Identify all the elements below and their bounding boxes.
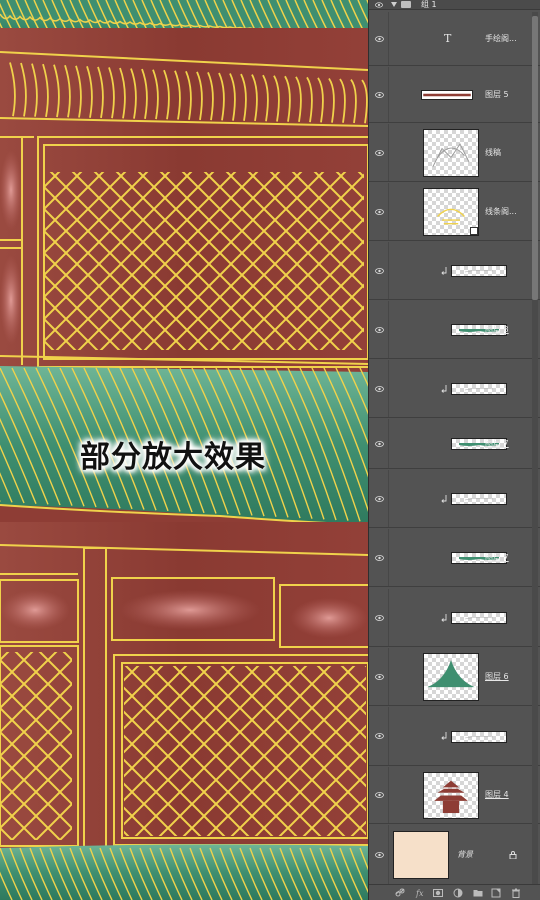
visibility-toggle[interactable]	[369, 242, 389, 299]
new-layer-icon[interactable]	[491, 888, 501, 898]
new-group-icon[interactable]	[473, 888, 483, 898]
eye-icon[interactable]	[375, 673, 384, 680]
layer-name[interactable]: 线稿	[485, 147, 501, 159]
folder-icon	[401, 1, 411, 8]
layer-row[interactable]	[369, 589, 540, 647]
visibility-toggle[interactable]	[369, 589, 389, 646]
visibility-toggle[interactable]	[369, 707, 389, 765]
clipping-arrow-icon	[441, 384, 447, 393]
layer-thumbnail	[423, 188, 479, 236]
lock-icon	[509, 850, 517, 859]
layers-scrollbar[interactable]	[532, 12, 538, 884]
layer-name[interactable]: 图层 4	[485, 789, 509, 801]
layer-name[interactable]: 图层 6	[485, 671, 509, 683]
layer-thumbnail	[451, 265, 507, 277]
visibility-toggle[interactable]	[369, 529, 389, 586]
smart-object-badge-icon	[470, 227, 478, 235]
zoom-caption: 部分放大效果	[80, 440, 266, 475]
visibility-toggle[interactable]	[369, 648, 389, 705]
visibility-toggle[interactable]	[369, 825, 389, 884]
layer-row[interactable]: 图层 8	[369, 301, 540, 359]
lower-left-lattice	[0, 652, 72, 840]
scrollbar-thumb[interactable]	[532, 16, 538, 300]
eye-icon[interactable]	[375, 440, 384, 447]
layer-name[interactable]: 图层 7	[485, 552, 509, 564]
layer-name[interactable]: 线条阁...	[485, 206, 517, 218]
adjustment-icon[interactable]	[453, 888, 463, 898]
visibility-toggle[interactable]	[369, 301, 389, 358]
visibility-toggle[interactable]	[369, 12, 389, 65]
layer-row[interactable]	[369, 470, 540, 528]
mask-icon[interactable]	[433, 888, 443, 898]
layer-row[interactable]	[369, 360, 540, 418]
text-layer-icon: T	[444, 31, 452, 45]
layer-name[interactable]: 图层 5	[485, 89, 509, 101]
eye-icon[interactable]	[375, 792, 384, 798]
visibility-toggle[interactable]	[369, 67, 389, 122]
layer-thumbnail	[423, 772, 479, 819]
layers-panel[interactable]: 组 1 T 手绘阁... 图层 5 线稿线条阁... 图层 8 图层 7 图层 7 图层 6 图…	[368, 0, 540, 900]
layers-toolbar: fx	[369, 884, 540, 900]
svg-text:fx: fx	[415, 889, 424, 898]
layer-thumbnail	[451, 612, 507, 624]
layer-row[interactable]: 图层 4	[369, 767, 540, 824]
clipping-arrow-icon	[441, 732, 447, 740]
artwork-canvas[interactable]: 部分放大效果	[0, 0, 368, 900]
layer-group-row[interactable]: 组 1	[369, 0, 540, 10]
layer-thumbnail	[393, 831, 449, 879]
layer-row[interactable]: T 手绘阁...	[369, 12, 540, 66]
trash-icon[interactable]	[511, 888, 521, 898]
eye-icon[interactable]	[375, 326, 384, 333]
link-icon[interactable]	[395, 888, 405, 898]
eye-icon[interactable]	[375, 733, 384, 739]
layer-row[interactable]: 图层 7	[369, 419, 540, 469]
layer-row[interactable]: 线稿	[369, 124, 540, 182]
eye-icon[interactable]	[375, 495, 384, 502]
eye-icon[interactable]	[375, 91, 384, 98]
eye-icon[interactable]	[375, 208, 384, 215]
layer-row[interactable]	[369, 707, 540, 766]
layer-row[interactable]: 图层 5	[369, 67, 540, 123]
visibility-toggle[interactable]	[369, 183, 389, 240]
layer-thumbnail	[451, 730, 507, 743]
visibility-toggle[interactable]	[369, 470, 389, 527]
layer-thumbnail	[451, 383, 507, 395]
bottom-roof-edge	[0, 844, 368, 900]
layer-thumbnail	[423, 653, 479, 701]
layer-row[interactable]: 图层 7	[369, 529, 540, 587]
layer-row[interactable]: 图层 6	[369, 648, 540, 706]
eye-icon[interactable]	[375, 35, 384, 42]
clipping-arrow-icon	[441, 266, 447, 275]
visibility-toggle[interactable]	[369, 767, 389, 823]
layer-name[interactable]: 背景	[457, 849, 473, 861]
visibility-toggle[interactable]	[369, 419, 389, 468]
expand-triangle-icon[interactable]	[391, 2, 397, 7]
eye-icon[interactable]	[375, 851, 384, 858]
eye-icon[interactable]	[375, 267, 384, 274]
lower-right-lattice	[124, 666, 366, 836]
layer-name[interactable]: 手绘阁...	[485, 33, 517, 45]
group-name: 组 1	[421, 0, 437, 9]
layer-name[interactable]: 图层 8	[485, 324, 509, 336]
layer-thumbnail	[451, 493, 507, 505]
visibility-toggle[interactable]	[369, 360, 389, 417]
layer-row[interactable]: 背景	[369, 825, 540, 885]
layer-row[interactable]	[369, 242, 540, 300]
fx-icon[interactable]: fx	[415, 888, 425, 898]
eye-icon[interactable]	[375, 2, 383, 8]
layer-name[interactable]: 图层 7	[485, 438, 509, 450]
eye-icon[interactable]	[375, 614, 384, 621]
layer-row[interactable]: 线条阁...	[369, 183, 540, 241]
eye-icon[interactable]	[375, 385, 384, 392]
visibility-toggle[interactable]	[369, 124, 389, 181]
upper-lattice-window	[44, 172, 364, 350]
clipping-arrow-icon	[441, 613, 447, 622]
layer-thumbnail	[423, 129, 479, 177]
eye-icon[interactable]	[375, 149, 384, 156]
clipping-arrow-icon	[441, 494, 447, 503]
layer-thumbnail	[421, 90, 473, 100]
eye-icon[interactable]	[375, 554, 384, 561]
